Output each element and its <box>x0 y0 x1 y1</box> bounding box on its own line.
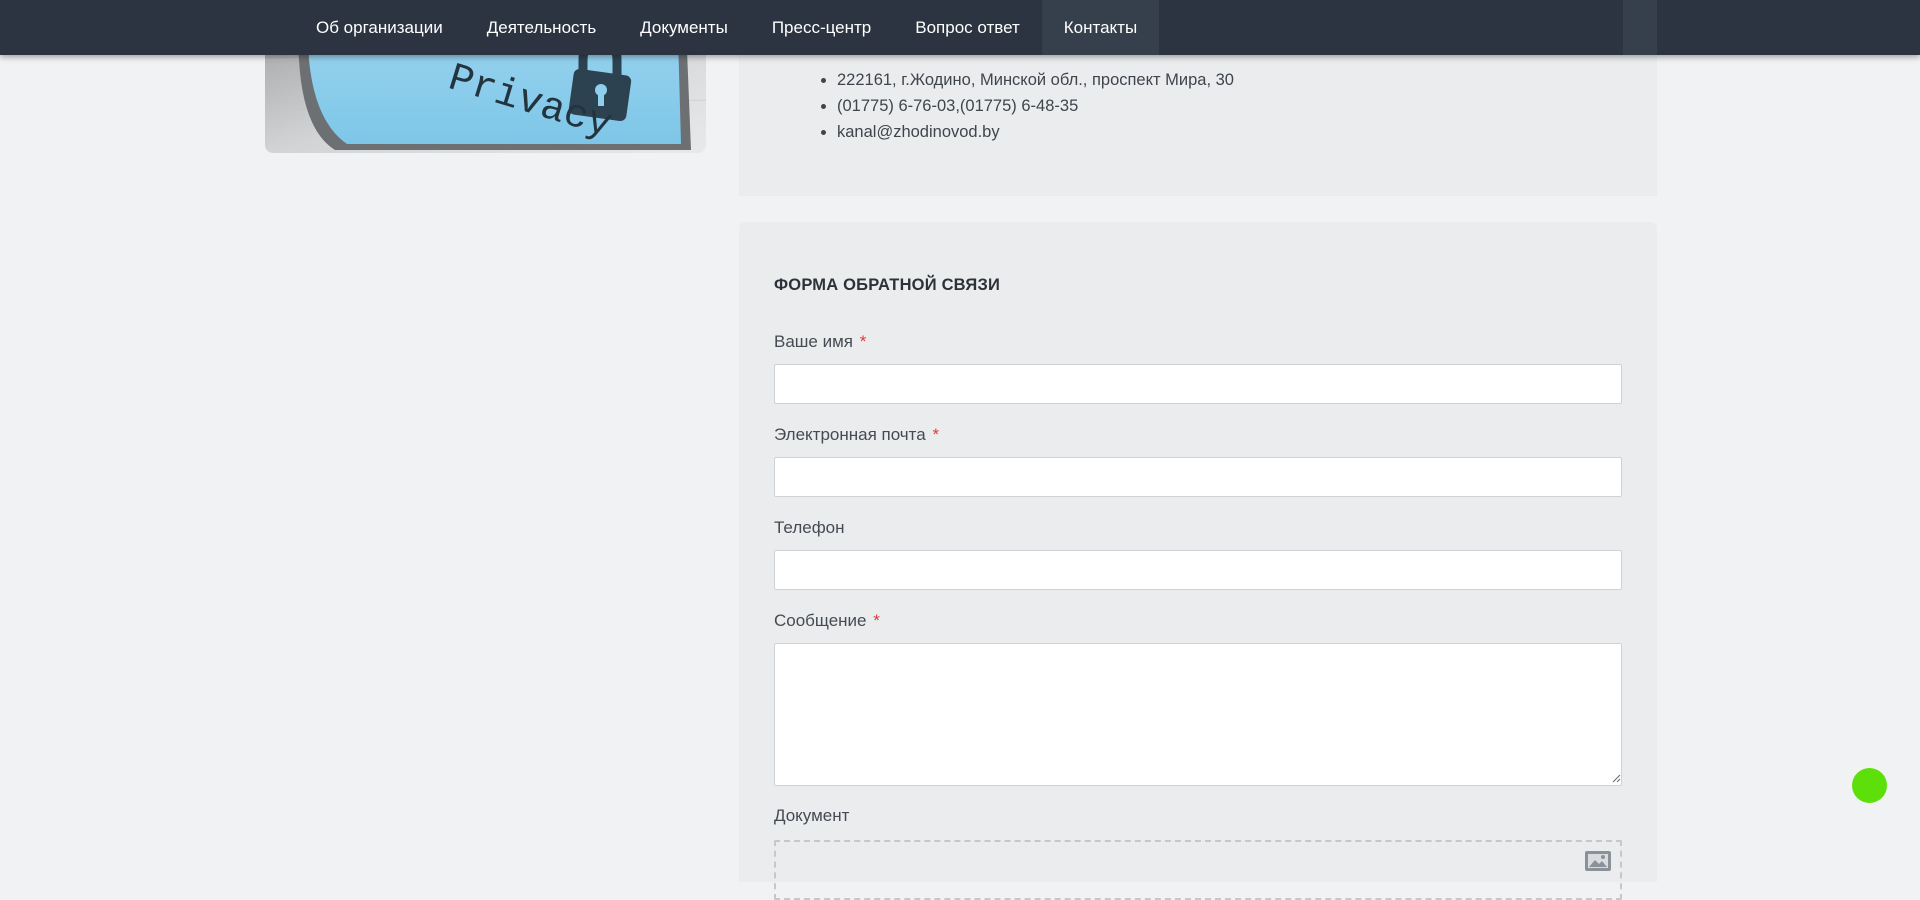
top-navigation: Об организации Деятельность Документы Пр… <box>0 0 1920 55</box>
phone-input[interactable] <box>774 550 1622 590</box>
nav-menu: Об организации Деятельность Документы Пр… <box>294 0 1160 55</box>
nav-item-faq[interactable]: Вопрос ответ <box>893 0 1042 55</box>
feedback-form: ФОРМА ОБРАТНОЙ СВЯЗИ Ваше имя * Электрон… <box>739 222 1657 900</box>
email-label: Электронная почта * <box>774 425 939 445</box>
nav-search-button[interactable] <box>1623 0 1657 55</box>
nav-item-activity[interactable]: Деятельность <box>465 0 618 55</box>
name-input[interactable] <box>774 364 1622 404</box>
contacts-list: 222161, г.Жодино, Минской обл., проспект… <box>817 67 1234 145</box>
message-label-text: Сообщение <box>774 611 867 630</box>
phone-label: Телефон <box>774 518 845 538</box>
nav-item-about[interactable]: Об организации <box>294 0 465 55</box>
contact-phones: (01775) 6-76-03,(01775) 6-48-35 <box>837 93 1234 119</box>
message-label: Сообщение * <box>774 611 880 631</box>
document-upload-dropzone[interactable] <box>774 840 1622 900</box>
image-upload-icon[interactable] <box>1584 850 1612 872</box>
nav-item-press-center[interactable]: Пресс-центр <box>750 0 893 55</box>
contact-address: 222161, г.Жодино, Минской обл., проспект… <box>837 67 1234 93</box>
document-label: Документ <box>774 806 849 826</box>
required-mark: * <box>932 425 940 444</box>
floating-action-button[interactable] <box>1852 768 1887 803</box>
name-label-text: Ваше имя <box>774 332 853 351</box>
email-label-text: Электронная почта <box>774 425 926 444</box>
phone-label-text: Телефон <box>774 518 845 537</box>
email-input[interactable] <box>774 457 1622 497</box>
required-mark: * <box>873 611 880 630</box>
required-mark: * <box>859 332 867 351</box>
contact-email[interactable]: kanal@zhodinovod.by <box>837 119 1234 145</box>
message-textarea[interactable] <box>774 643 1622 786</box>
nav-item-documents[interactable]: Документы <box>618 0 750 55</box>
form-title: ФОРМА ОБРАТНОЙ СВЯЗИ <box>774 276 1001 294</box>
resize-handle-icon[interactable] <box>1612 774 1621 783</box>
nav-item-contacts[interactable]: Контакты <box>1041 0 1160 55</box>
name-label: Ваше имя * <box>774 332 866 352</box>
document-label-text: Документ <box>774 806 850 825</box>
